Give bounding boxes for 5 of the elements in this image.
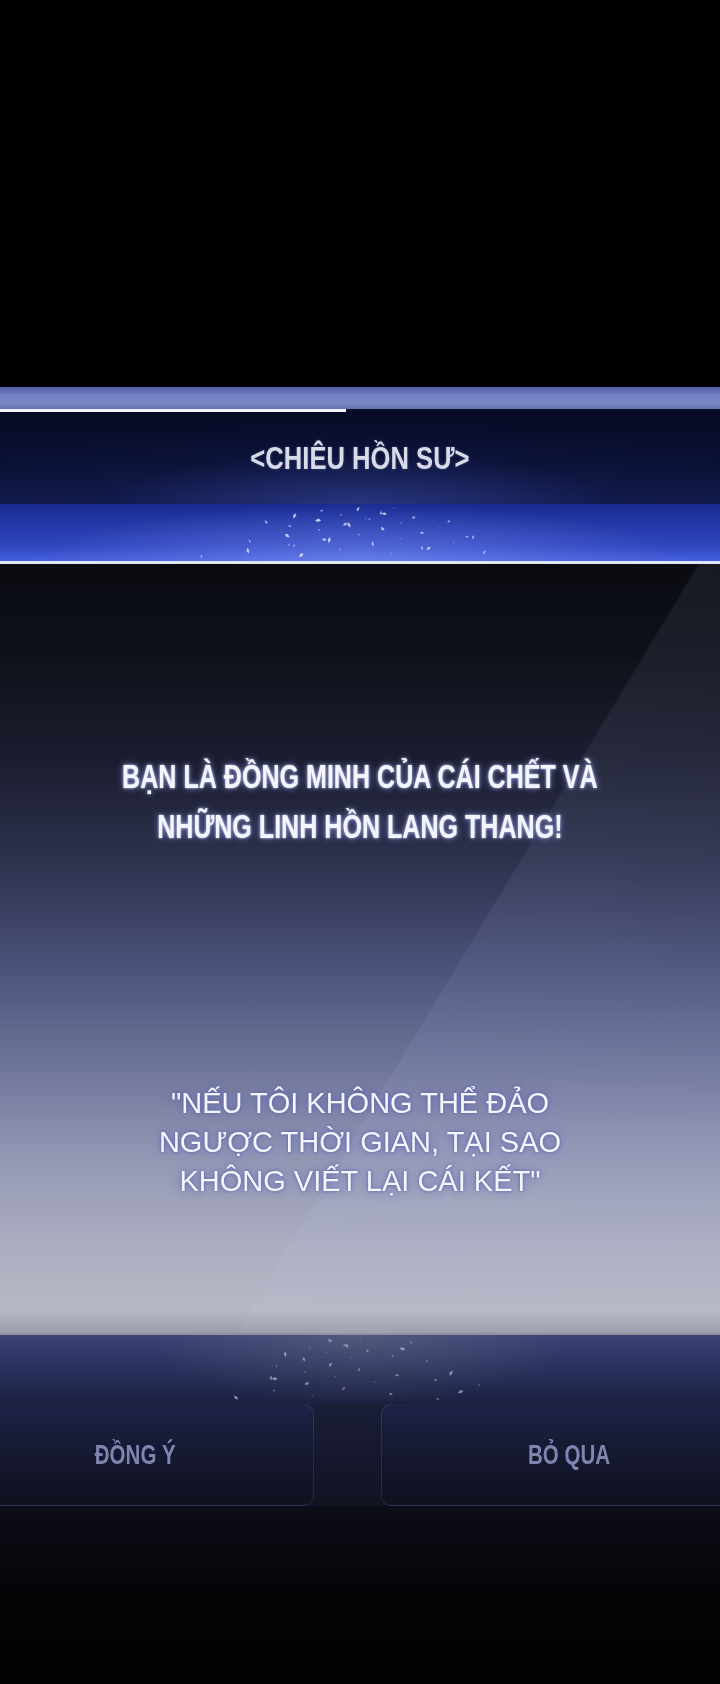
quote-text: "NẾU TÔI KHÔNG THỂ ĐẢO NGƯỢC THỜI GIAN, TẠI SAO KHÔNG VIẾT LẠI CÁI KẾT" bbox=[158, 1085, 562, 1199]
skip-button[interactable]: BỎ QUA bbox=[381, 1404, 720, 1506]
window-title: <CHIÊU HỒN SƯ> bbox=[250, 439, 470, 477]
dialog-message: BẠN LÀ ĐỒNG MINH CỦA CÁI CHẾT VÀ NHỮNG LINH HỒN LANG THANG! bbox=[122, 757, 598, 847]
agree-button[interactable]: ĐỒNG Ý bbox=[0, 1404, 314, 1506]
